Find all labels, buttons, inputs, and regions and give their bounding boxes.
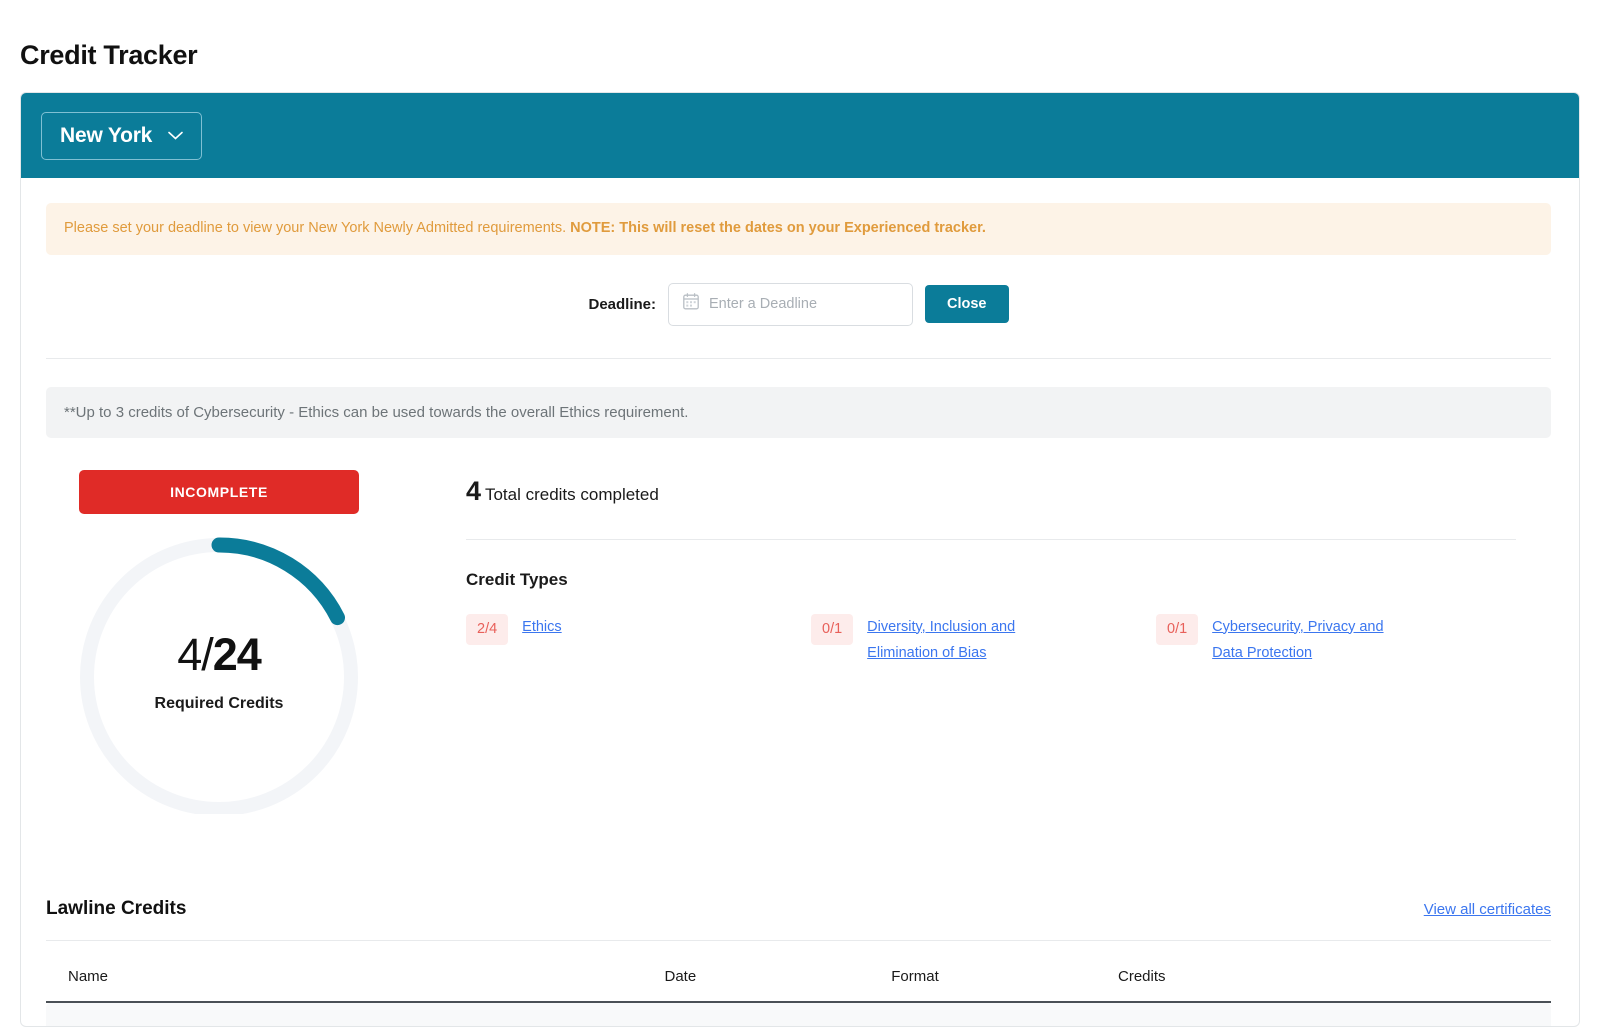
lawline-credits-section: Lawline Credits View all certificates Na… bbox=[21, 898, 1579, 1027]
column-header-actions bbox=[1468, 941, 1551, 1002]
state-select-dropdown[interactable]: New York bbox=[41, 112, 202, 160]
page-title: Credit Tracker bbox=[20, 40, 197, 71]
chevron-down-icon bbox=[168, 131, 183, 140]
state-select-label: New York bbox=[60, 124, 152, 148]
column-header-date: Date bbox=[664, 941, 891, 1002]
credit-type-diversity: 0/1 Diversity, Inclusion and Elimination… bbox=[811, 614, 1156, 666]
credit-type-ethics: 2/4 Ethics bbox=[466, 614, 811, 666]
deadline-label: Deadline: bbox=[588, 296, 656, 313]
credit-type-count: 0/1 bbox=[811, 614, 853, 645]
credits-section-title: Lawline Credits bbox=[46, 898, 186, 920]
credit-type-cybersecurity: 0/1 Cybersecurity, Privacy and Data Prot… bbox=[1156, 614, 1501, 666]
progress-ring: 4/24 Required Credits bbox=[79, 529, 359, 814]
deadline-input[interactable] bbox=[709, 296, 898, 312]
table-row[interactable]: Recovering Your Client's Investment Loss… bbox=[46, 1002, 1551, 1027]
row-date: 12/09/2024 bbox=[664, 1002, 891, 1027]
deadline-input-wrapper[interactable] bbox=[668, 283, 913, 326]
progress-separator: / bbox=[201, 629, 213, 680]
banner-text: Please set your deadline to view your Ne… bbox=[64, 220, 566, 236]
row-credits: 1 NY CLE (Skills) bbox=[1118, 1002, 1468, 1027]
credit-types-list: 2/4 Ethics 0/1 Diversity, Inclusion and … bbox=[466, 614, 1551, 666]
view-all-certificates-link[interactable]: View all certificates bbox=[1424, 901, 1551, 918]
progress-completed: 4 bbox=[177, 629, 201, 680]
details-column: 4 Total credits completed Credit Types 2… bbox=[466, 470, 1551, 814]
cybersecurity-note: **Up to 3 credits of Cybersecurity - Eth… bbox=[46, 387, 1551, 438]
tracker-header: New York bbox=[21, 93, 1579, 178]
credits-header: Lawline Credits View all certificates bbox=[46, 898, 1551, 941]
table-header-row: Name Date Format Credits bbox=[46, 941, 1551, 1002]
credit-type-link[interactable]: Ethics bbox=[522, 614, 562, 666]
credits-table: Name Date Format Credits Recovering Your… bbox=[46, 941, 1551, 1027]
credit-type-count: 0/1 bbox=[1156, 614, 1198, 645]
credit-types-title: Credit Types bbox=[466, 570, 1551, 590]
status-badge: INCOMPLETE bbox=[79, 470, 359, 514]
credit-type-link[interactable]: Cybersecurity, Privacy and Data Protecti… bbox=[1212, 614, 1412, 666]
column-header-format: Format bbox=[891, 941, 1118, 1002]
summary-divider bbox=[466, 539, 1516, 540]
deadline-warning-banner: Please set your deadline to view your Ne… bbox=[46, 203, 1551, 255]
calendar-icon bbox=[683, 293, 699, 315]
credit-type-link[interactable]: Diversity, Inclusion and Elimination of … bbox=[867, 614, 1067, 666]
summary-section: INCOMPLETE 4/24 Required Credits 4 Total… bbox=[21, 470, 1579, 814]
total-credits-label: Total credits completed bbox=[485, 485, 659, 504]
total-credits-number: 4 bbox=[466, 476, 481, 506]
credit-tracker-card: New York Please set your deadline to vie… bbox=[20, 92, 1580, 1027]
column-header-credits: Credits bbox=[1118, 941, 1468, 1002]
credit-type-count: 2/4 bbox=[466, 614, 508, 645]
progress-required: 24 bbox=[213, 629, 261, 680]
row-name: Recovering Your Client's Investment Loss… bbox=[46, 1002, 664, 1027]
column-header-name: Name bbox=[46, 941, 664, 1002]
deadline-row: Deadline: Close bbox=[46, 283, 1551, 359]
total-credits-line: 4 Total credits completed bbox=[466, 476, 1551, 507]
progress-caption: Required Credits bbox=[155, 695, 284, 713]
progress-fraction: 4/24 bbox=[177, 629, 261, 681]
banner-note: NOTE: This will reset the dates on your … bbox=[570, 220, 986, 236]
close-button[interactable]: Close bbox=[925, 285, 1009, 323]
row-format: Live Webcast bbox=[891, 1002, 1118, 1027]
progress-column: INCOMPLETE 4/24 Required Credits bbox=[46, 470, 466, 814]
